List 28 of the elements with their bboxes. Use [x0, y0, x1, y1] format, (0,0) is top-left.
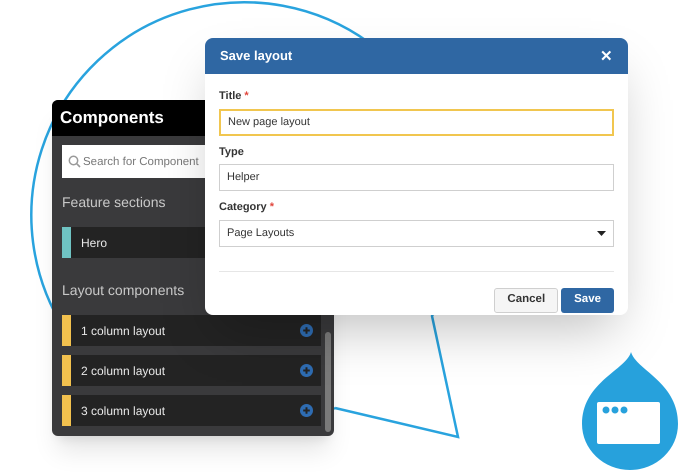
- field-label: Title: [219, 89, 242, 104]
- item-label: 2 column layout: [81, 362, 166, 380]
- field-label: Category: [219, 200, 267, 215]
- required-mark: *: [270, 200, 274, 215]
- add-icon[interactable]: [300, 324, 313, 337]
- search-icon: [68, 155, 81, 168]
- category-select[interactable]: Page Layouts: [219, 220, 614, 246]
- component-item[interactable]: 3 column layout: [62, 395, 321, 426]
- add-icon[interactable]: [300, 364, 313, 377]
- component-item[interactable]: 2 column layout: [62, 355, 321, 386]
- dropdown-caret-icon: [597, 230, 606, 236]
- add-icon[interactable]: [300, 404, 313, 417]
- cancel-button[interactable]: Cancel: [494, 288, 558, 312]
- input-field[interactable]: Helper: [219, 164, 614, 191]
- item-label: Hero: [81, 234, 108, 252]
- panel-title: Components: [60, 107, 164, 130]
- dialog-title: Save layout: [220, 47, 292, 66]
- input-field[interactable]: New page layout: [219, 108, 614, 136]
- close-button[interactable]: ✕: [600, 48, 613, 64]
- item-label: 3 column layout: [81, 402, 166, 420]
- save-button[interactable]: Save: [561, 288, 614, 312]
- item-label: 1 column layout: [81, 322, 166, 340]
- field-label: Type: [219, 144, 244, 160]
- component-item[interactable]: 1 column layout: [62, 315, 321, 346]
- section-heading: Layout components: [62, 281, 184, 299]
- search-field[interactable]: Search for Component: [62, 145, 205, 178]
- required-mark: *: [244, 89, 249, 104]
- section-heading: Feature sections: [62, 193, 166, 211]
